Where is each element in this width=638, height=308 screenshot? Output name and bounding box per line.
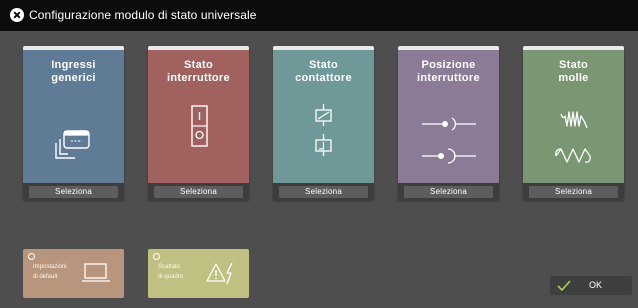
tile-label-line1: Scattato: [158, 264, 181, 270]
card-title-line2: interruttore: [167, 72, 230, 84]
ok-label: OK: [589, 280, 603, 290]
card-title-line2: interruttore: [417, 72, 480, 84]
ok-button[interactable]: OK: [550, 276, 632, 295]
select-button[interactable]: Seleziona: [154, 186, 243, 198]
card-title: Stato contattore: [273, 59, 374, 85]
panel-tripped-tile[interactable]: Scattato di quadro: [148, 249, 249, 298]
card-title-line1: Posizione: [421, 59, 476, 71]
select-button[interactable]: Seleziona: [29, 186, 118, 198]
checkmark-icon: [557, 280, 571, 292]
card-header: [148, 46, 249, 50]
card-posizione-interruttore: Posizione interruttore Seleziona: [398, 46, 499, 200]
card-title: Stato molle: [523, 59, 624, 85]
dialog-window: Configurazione modulo di stato universal…: [0, 0, 638, 308]
contactor-coil-icon: [315, 104, 332, 156]
card-footer: Seleziona: [398, 183, 499, 200]
laptop-icon: [82, 263, 110, 282]
card-title-line1: Stato: [309, 59, 338, 71]
card-title: Posizione interruttore: [398, 59, 499, 85]
warning-lightning-icon: [206, 262, 233, 285]
card-header: [23, 46, 124, 50]
card-stato-contattore: Stato contattore Seleziona: [273, 46, 374, 200]
select-button[interactable]: Seleziona: [279, 186, 368, 198]
default-settings-tile[interactable]: Impostazioni di default: [23, 249, 124, 298]
breaker-icon: [191, 105, 208, 147]
radio-indicator: [28, 253, 35, 260]
tile-label-line2: di default: [33, 274, 58, 280]
tile-label-line1: Impostazioni: [33, 264, 67, 270]
select-button[interactable]: Seleziona: [529, 186, 618, 198]
tile-label-line2: di quadro: [158, 274, 184, 280]
content-area: Ingressi generici Seleziona Stato interr…: [0, 31, 638, 308]
card-footer: Seleziona: [23, 183, 124, 200]
card-footer: Seleziona: [148, 183, 249, 200]
title-bar: Configurazione modulo di stato universal…: [0, 0, 638, 31]
card-header: [398, 46, 499, 50]
radio-indicator: [153, 253, 160, 260]
card-footer: Seleziona: [273, 183, 374, 200]
card-title-line2: molle: [558, 72, 589, 84]
input-window-icon: [55, 130, 90, 159]
card-header: [273, 46, 374, 50]
card-ingressi-generici: Ingressi generici Seleziona: [23, 46, 124, 200]
card-title-line2: generici: [51, 72, 96, 84]
card-title: Stato interruttore: [148, 59, 249, 85]
spring-icon: [555, 111, 591, 163]
card-header: [523, 46, 624, 50]
card-title-line2: contattore: [295, 72, 352, 84]
card-title: Ingressi generici: [23, 59, 124, 85]
card-title-line1: Stato: [184, 59, 213, 71]
card-footer: Seleziona: [523, 183, 624, 200]
card-title-line1: Stato: [559, 59, 588, 71]
select-button[interactable]: Seleziona: [404, 186, 493, 198]
switch-position-icon: [422, 117, 476, 164]
card-title-line1: Ingressi: [51, 59, 96, 71]
card-stato-molle: Stato molle Seleziona: [523, 46, 624, 200]
close-icon[interactable]: [10, 8, 24, 22]
tile-label: Impostazioni di default: [33, 262, 67, 282]
tile-label: Scattato di quadro: [158, 262, 183, 282]
window-title: Configurazione modulo di stato universal…: [29, 8, 257, 22]
card-stato-interruttore: Stato interruttore Seleziona: [148, 46, 249, 200]
